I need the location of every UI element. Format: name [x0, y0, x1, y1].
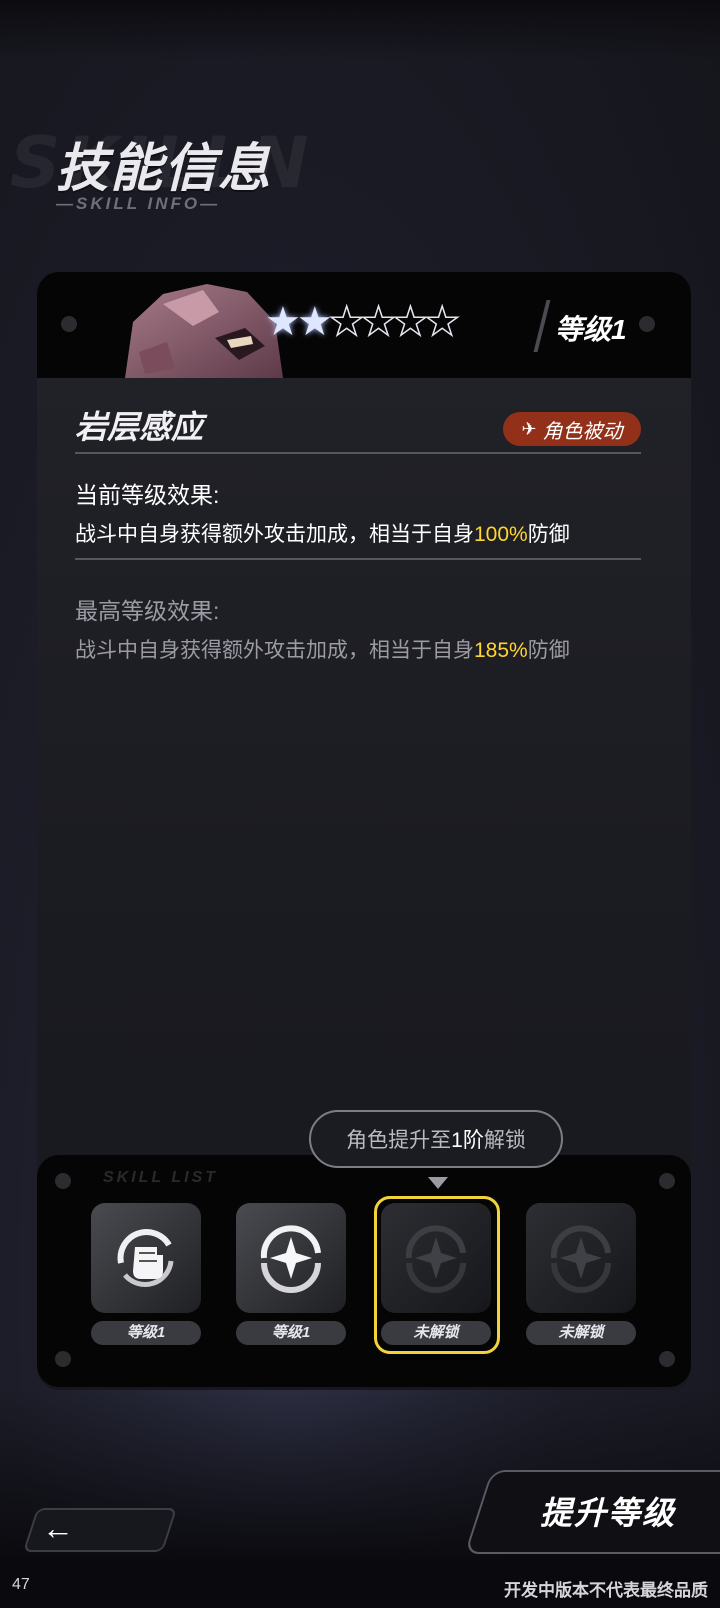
- star-outline-icon: ★: [424, 300, 461, 344]
- unlock-tip-rank: 1阶: [451, 1129, 484, 1152]
- effect-value: 185%: [474, 639, 528, 662]
- star-outline-icon: ★: [392, 300, 429, 344]
- unlock-tip-prefix: 角色提升至: [346, 1129, 452, 1152]
- panel-rivet: [55, 1351, 71, 1367]
- header-rivet-left: [61, 316, 77, 332]
- card-header: ★ ★ ★ ★ ★ ★ 等级1: [37, 272, 691, 378]
- skill-slot-4[interactable]: 未解锁: [526, 1203, 636, 1345]
- panel-rivet: [659, 1173, 675, 1189]
- badge-label: 角色被动: [542, 420, 623, 443]
- unlock-tip-suffix: 解锁: [483, 1129, 526, 1152]
- effect-text-prefix: 战斗中自身获得额外攻击加成，相当于自身: [75, 639, 474, 662]
- tooltip-pointer-icon: [428, 1177, 448, 1189]
- skill-slot-1[interactable]: 等级1: [91, 1203, 201, 1345]
- page-title: 技能信息: [56, 139, 273, 199]
- max-effect-text: 战斗中自身获得额外攻击加成，相当于自身185%防御: [75, 634, 570, 664]
- max-effect-label: 最高等级效果:: [75, 598, 220, 624]
- star-outline-icon: ★: [360, 300, 397, 344]
- page-subtitle: —SKILL INFO—: [56, 194, 221, 213]
- top-shade: [0, 0, 720, 60]
- dev-disclaimer: 开发中版本不代表最终品质: [504, 1581, 708, 1600]
- header-rivet-right: [639, 316, 655, 332]
- star-icon: ★: [265, 300, 301, 344]
- passive-icon: ✈: [521, 418, 537, 439]
- slot-label: 未解锁: [381, 1321, 491, 1345]
- skill-list-panel: SKILL LIST 等级1 等级1 未解锁 未解锁: [37, 1155, 691, 1387]
- sparkle-ring-icon: [236, 1203, 346, 1313]
- sparkle-ring-icon: [526, 1203, 636, 1313]
- current-effect-text: 战斗中自身获得额外攻击加成，相当于自身100%防御: [75, 518, 570, 548]
- slot-label: 等级1: [236, 1321, 346, 1345]
- skill-type-badge: ✈ 角色被动: [503, 412, 641, 446]
- level-divider: [533, 300, 551, 352]
- skill-slot-3[interactable]: 未解锁: [374, 1196, 500, 1354]
- unlock-tooltip: 角色提升至 1阶 解锁: [309, 1110, 563, 1168]
- panel-rivet: [55, 1173, 71, 1189]
- star-outline-icon: ★: [328, 300, 365, 344]
- sparkle-ring-icon: [381, 1203, 491, 1313]
- effect-value: 100%: [474, 523, 528, 546]
- skill-name: 岩层感应: [75, 409, 204, 445]
- back-arrow-icon[interactable]: ←: [42, 1510, 74, 1547]
- star-icon: ★: [296, 300, 333, 344]
- current-effect-label: 当前等级效果:: [75, 482, 220, 508]
- effect-text-suffix: 防御: [527, 523, 570, 546]
- fist-swirl-icon: [91, 1203, 201, 1313]
- panel-watermark: SKILL LIST: [103, 1169, 219, 1186]
- skill-slot-2[interactable]: 等级1: [236, 1203, 346, 1345]
- slot-label: 等级1: [91, 1321, 201, 1345]
- slot-label: 未解锁: [526, 1321, 636, 1345]
- upgrade-button-label[interactable]: 提升等级: [540, 1488, 676, 1534]
- divider: [75, 558, 641, 560]
- divider: [75, 452, 641, 454]
- page-number: 47: [12, 1576, 30, 1593]
- star-rating: ★ ★ ★ ★ ★ ★: [265, 300, 461, 344]
- skill-level: 等级1: [555, 314, 627, 345]
- effect-text-suffix: 防御: [527, 639, 570, 662]
- effect-text-prefix: 战斗中自身获得额外攻击加成，相当于自身: [75, 523, 474, 546]
- panel-rivet: [659, 1351, 675, 1367]
